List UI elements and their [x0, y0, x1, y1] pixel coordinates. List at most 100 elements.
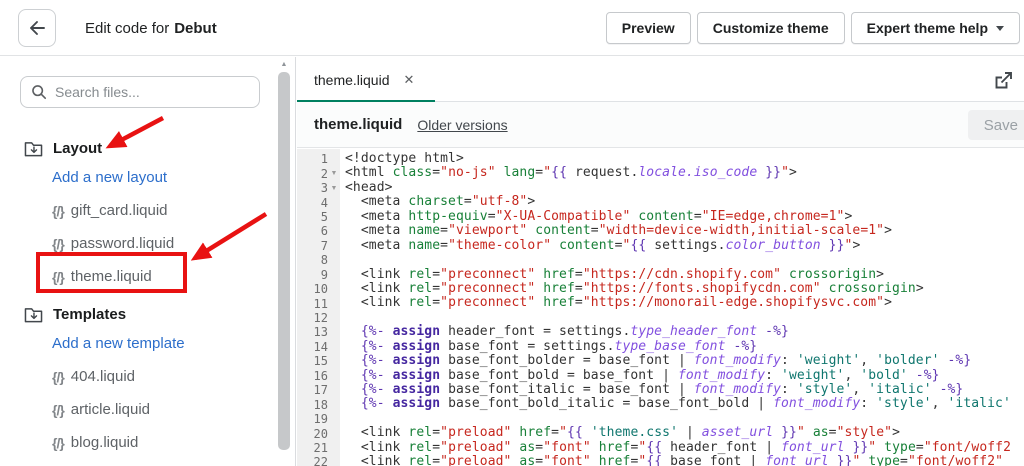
code-line-3[interactable]: <head> — [345, 180, 1024, 195]
code-line-11[interactable]: <link rel="preconnect" href="https://mon… — [345, 296, 1024, 310]
line-number: 20 — [313, 426, 328, 441]
line-number-gutter: 1 2 ▼ 3 ▼ 4 5 6 7 8 9 10 11 12 13 14 15 16 17 18 19 20 21 22 — [297, 149, 340, 466]
code-line-6[interactable]: <meta name="viewport" content="width=dev… — [345, 223, 1024, 238]
line-number: 19 — [313, 412, 328, 427]
file-label: password.liquid — [70, 235, 175, 252]
line-number: 11 — [313, 296, 328, 311]
scrollbar-thumb[interactable] — [278, 72, 290, 450]
older-versions-link[interactable]: Older versions — [417, 117, 507, 133]
code-editor[interactable]: 1 2 ▼ 3 ▼ 4 5 6 7 8 9 10 11 12 13 14 15 16 17 18 19 20 21 22 <!… — [297, 149, 1024, 466]
code-line-10[interactable]: <link rel="preconnect" href="https://fon… — [345, 281, 1024, 296]
gutter-row: 22 — [297, 455, 340, 466]
gutter-row: 19 — [297, 412, 340, 426]
file-label: gift_card.liquid — [70, 202, 168, 219]
add-new-template-link[interactable]: Add a new template — [0, 327, 280, 360]
file-item-blog.liquid[interactable]: {/} blog.liquid — [0, 426, 280, 459]
code-line-2[interactable]: <html class="no-js" lang="{{ request.loc… — [345, 166, 1024, 180]
code-line-20[interactable]: <link rel="preload" href="{{ 'theme.css'… — [345, 426, 1024, 440]
line-number: 13 — [313, 325, 328, 340]
top-bar: Edit code for Debut Preview Customize th… — [0, 0, 1024, 56]
code-line-12[interactable] — [345, 311, 1024, 325]
gutter-row: 17 — [297, 383, 340, 397]
code-line-13[interactable]: {%- assign header_font = settings.type_h… — [345, 325, 1024, 339]
search-icon — [32, 85, 47, 100]
line-number: 4 — [320, 195, 328, 210]
gutter-row: 1 — [297, 152, 340, 166]
line-number: 12 — [313, 311, 328, 326]
line-number: 18 — [313, 397, 328, 412]
liquid-file-icon: {/} — [52, 235, 65, 252]
code-line-1[interactable]: <!doctype html> — [345, 151, 1024, 166]
close-tab-icon[interactable]: ✕ — [404, 72, 415, 88]
gutter-row: 15 — [297, 354, 340, 368]
folder-download-icon — [24, 140, 43, 157]
gutter-row: 7 — [297, 239, 340, 253]
page-title: Edit code for Debut — [85, 0, 217, 56]
editor-panel: theme.liquid ✕ theme.liquid Older versio… — [297, 57, 1024, 466]
line-number: 3 — [320, 181, 328, 196]
file-label: blog.liquid — [70, 434, 139, 451]
line-number: 6 — [320, 224, 328, 239]
file-item-cart.liquid[interactable]: {/}cart.liquid — [0, 459, 280, 466]
code-line-14[interactable]: {%- assign base_font = settings.type_bas… — [345, 339, 1024, 354]
scrollbar-up-arrow-icon[interactable]: ▲ — [277, 59, 291, 71]
gutter-row: 2 ▼ — [297, 166, 340, 181]
fold-caret-icon[interactable]: ▼ — [328, 185, 340, 192]
editor-toolbar: theme.liquid Older versions Save — [297, 102, 1024, 148]
tab-theme-liquid[interactable]: theme.liquid ✕ — [297, 57, 435, 103]
preview-button[interactable]: Preview — [605, 12, 691, 44]
code-line-8[interactable] — [345, 253, 1024, 267]
gutter-row: 16 — [297, 369, 340, 383]
expand-editor-button[interactable] — [991, 68, 1015, 92]
gutter-row: 6 — [297, 224, 340, 238]
file-item-password.liquid[interactable]: {/} password.liquid — [0, 227, 280, 260]
expert-theme-help-button[interactable]: Expert theme help — [850, 12, 1020, 44]
theme-name: Debut — [174, 19, 217, 37]
customize-theme-button[interactable]: Customize theme — [696, 12, 845, 44]
gutter-row: 5 — [297, 210, 340, 224]
line-number: 21 — [313, 440, 328, 455]
code-line-22[interactable]: <link rel="preload" as="font" href="{{ b… — [345, 454, 1024, 466]
search-files-input[interactable] — [55, 84, 249, 100]
tab-label: theme.liquid — [314, 71, 390, 88]
section-label: Layout — [53, 139, 103, 157]
file-item-article.liquid[interactable]: {/} article.liquid — [0, 393, 280, 426]
code-line-5[interactable]: <meta http-equiv="X-UA-Compatible" conte… — [345, 209, 1024, 224]
editor-tab-bar: theme.liquid ✕ — [297, 57, 1024, 103]
fold-caret-icon[interactable]: ▼ — [328, 170, 340, 177]
file-item-404.liquid[interactable]: {/} 404.liquid — [0, 360, 280, 393]
section-header-templates[interactable]: Templates — [0, 301, 280, 327]
file-item-gift_card.liquid[interactable]: {/} gift_card.liquid — [0, 194, 280, 227]
save-button[interactable]: Save — [967, 110, 1024, 140]
code-line-17[interactable]: {%- assign base_font_italic = base_font … — [345, 382, 1024, 397]
sidebar-section-layout: Layout Add a new layout {/} gift_card.liqui… — [0, 135, 280, 293]
code-content[interactable]: <!doctype html> <html class="no-js" lang=… — [345, 151, 1024, 466]
code-line-9[interactable]: <link rel="preconnect" href="https://cdn… — [345, 267, 1024, 282]
file-label: 404.liquid — [70, 368, 136, 385]
code-line-15[interactable]: {%- assign base_font_bolder = base_font … — [345, 353, 1024, 368]
code-line-7[interactable]: <meta name="theme-color" content="{{ set… — [345, 238, 1024, 253]
code-line-21[interactable]: <link rel="preload" as="font" href="{{ h… — [345, 440, 1024, 455]
liquid-file-icon: {/} — [52, 202, 65, 219]
sidebar-scrollbar[interactable]: ▲ — [277, 59, 291, 466]
file-label: theme.liquid — [70, 268, 152, 285]
gutter-row: 18 — [297, 397, 340, 412]
add-new-layout-link[interactable]: Add a new layout — [0, 161, 280, 194]
gutter-row: 10 — [297, 282, 340, 296]
code-line-4[interactable]: <meta charset="utf-8"> — [345, 195, 1024, 209]
expand-diagonal-icon — [995, 71, 1012, 88]
code-line-18[interactable]: {%- assign base_font_bold_italic = base_… — [345, 397, 1024, 411]
gutter-row: 20 — [297, 426, 340, 441]
file-item-theme.liquid[interactable]: {/} theme.liquid — [0, 260, 280, 293]
code-line-16[interactable]: {%- assign base_font_bold = base_font | … — [345, 368, 1024, 383]
line-number: 17 — [313, 383, 328, 398]
back-button[interactable] — [18, 9, 56, 47]
line-number: 8 — [320, 253, 328, 268]
search-files-box — [20, 76, 260, 108]
line-number: 9 — [320, 267, 328, 282]
file-browser-sidebar: Layout Add a new layout {/} gift_card.liqui… — [0, 57, 296, 466]
section-header-layout[interactable]: Layout — [0, 135, 280, 161]
gutter-row: 21 — [297, 441, 340, 455]
code-line-19[interactable] — [345, 412, 1024, 426]
line-number: 16 — [313, 368, 328, 383]
